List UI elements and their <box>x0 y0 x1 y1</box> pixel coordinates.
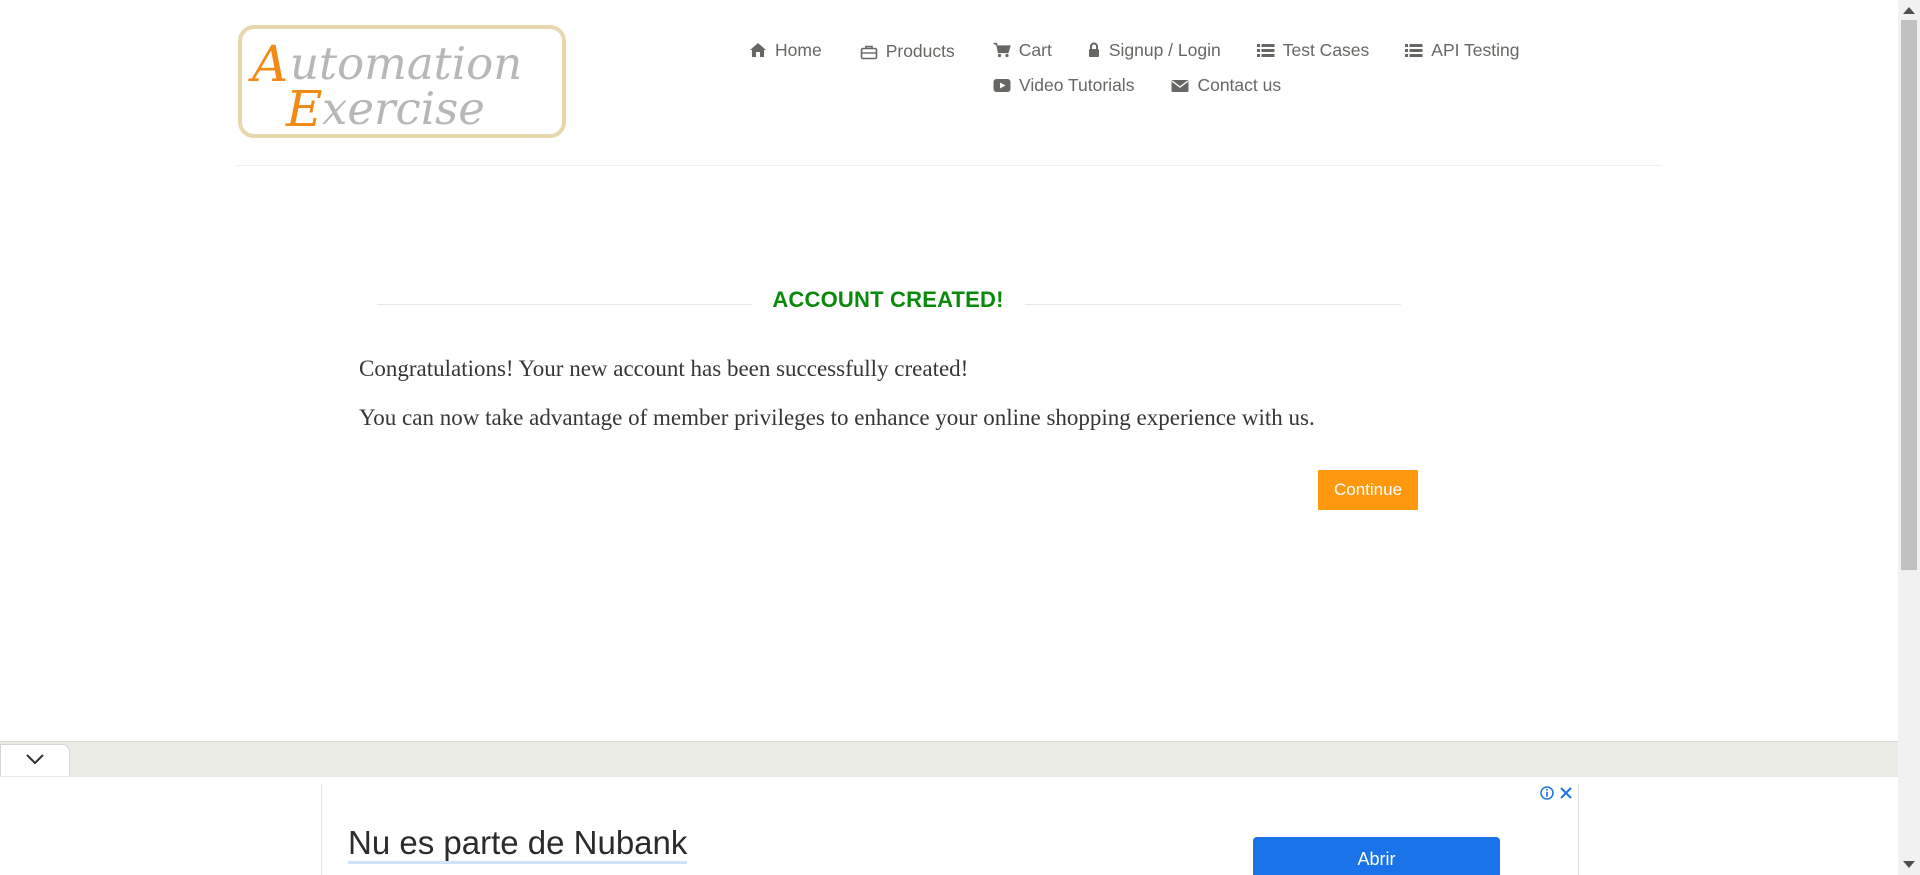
list-icon <box>1405 41 1423 59</box>
list-icon <box>1256 41 1275 59</box>
scroll-up-icon[interactable] <box>1903 7 1915 14</box>
nav-test-cases[interactable]: Test Cases <box>1256 39 1370 61</box>
chevron-down-icon <box>25 752 45 770</box>
nav-video-tutorials[interactable]: Video Tutorials <box>993 75 1134 96</box>
nav-test-cases-label: Test Cases <box>1282 39 1370 60</box>
scrollbar-thumb[interactable] <box>1901 20 1917 570</box>
shopping-cart-icon <box>993 41 1011 59</box>
logo-letter-a: A <box>248 35 288 93</box>
nav-video-tutorials-label: Video Tutorials <box>1019 75 1135 95</box>
nav-contact-us[interactable]: Contact us <box>1171 75 1281 96</box>
page-title: ACCOUNT CREATED! <box>772 287 1004 312</box>
nav-api-testing[interactable]: API Testing <box>1405 40 1519 61</box>
envelope-icon <box>1171 77 1189 95</box>
header-divider <box>236 165 1662 166</box>
logo-text-line2: xercise <box>322 82 485 134</box>
title-divider-right <box>1025 304 1401 305</box>
site-logo[interactable]: A utomation E xercise <box>238 25 566 138</box>
nav-home[interactable]: Home <box>749 40 822 61</box>
page: A utomation E xercise Home Products Cart <box>0 0 1920 875</box>
logo-letter-e: E <box>285 80 323 134</box>
ad-strip <box>0 741 1898 776</box>
nav-cart-label: Cart <box>1018 39 1052 60</box>
nav-contact-us-label: Contact us <box>1197 75 1282 95</box>
continue-button[interactable]: Continue <box>1318 470 1418 510</box>
logo-graphic: A utomation E xercise <box>248 35 522 134</box>
ad-collapse-button[interactable] <box>0 744 70 776</box>
close-icon[interactable] <box>1559 786 1573 800</box>
success-message: Congratulations! Your new account has be… <box>359 356 969 381</box>
lock-icon <box>1088 41 1101 59</box>
main-nav-row-1: Home Products Cart Signup / Login Test C… <box>749 38 1519 62</box>
home-icon <box>749 41 767 59</box>
nav-signup-login-label: Signup / Login <box>1108 39 1221 60</box>
title-divider-left <box>377 304 752 305</box>
privileges-message: You can now take advantage of member pri… <box>359 405 1315 430</box>
scroll-down-icon[interactable] <box>1903 861 1915 868</box>
briefcase-icon <box>860 43 878 61</box>
nav-signup-login[interactable]: Signup / Login <box>1088 40 1221 61</box>
nav-products[interactable]: Products <box>860 41 955 62</box>
nav-cart[interactable]: Cart <box>993 40 1052 61</box>
nav-api-testing-label: API Testing <box>1431 39 1520 60</box>
ad-headline[interactable]: Nu es parte de Nubank <box>348 825 688 864</box>
info-icon[interactable] <box>1540 786 1554 800</box>
main-nav-row-2: Video Tutorials Contact us <box>993 75 1281 96</box>
nav-products-label: Products <box>885 41 955 61</box>
page-scrollbar[interactable] <box>1898 0 1920 875</box>
nav-home-label: Home <box>775 39 822 60</box>
youtube-play-icon <box>993 77 1011 95</box>
ad-open-button[interactable]: Abrir <box>1253 837 1500 875</box>
